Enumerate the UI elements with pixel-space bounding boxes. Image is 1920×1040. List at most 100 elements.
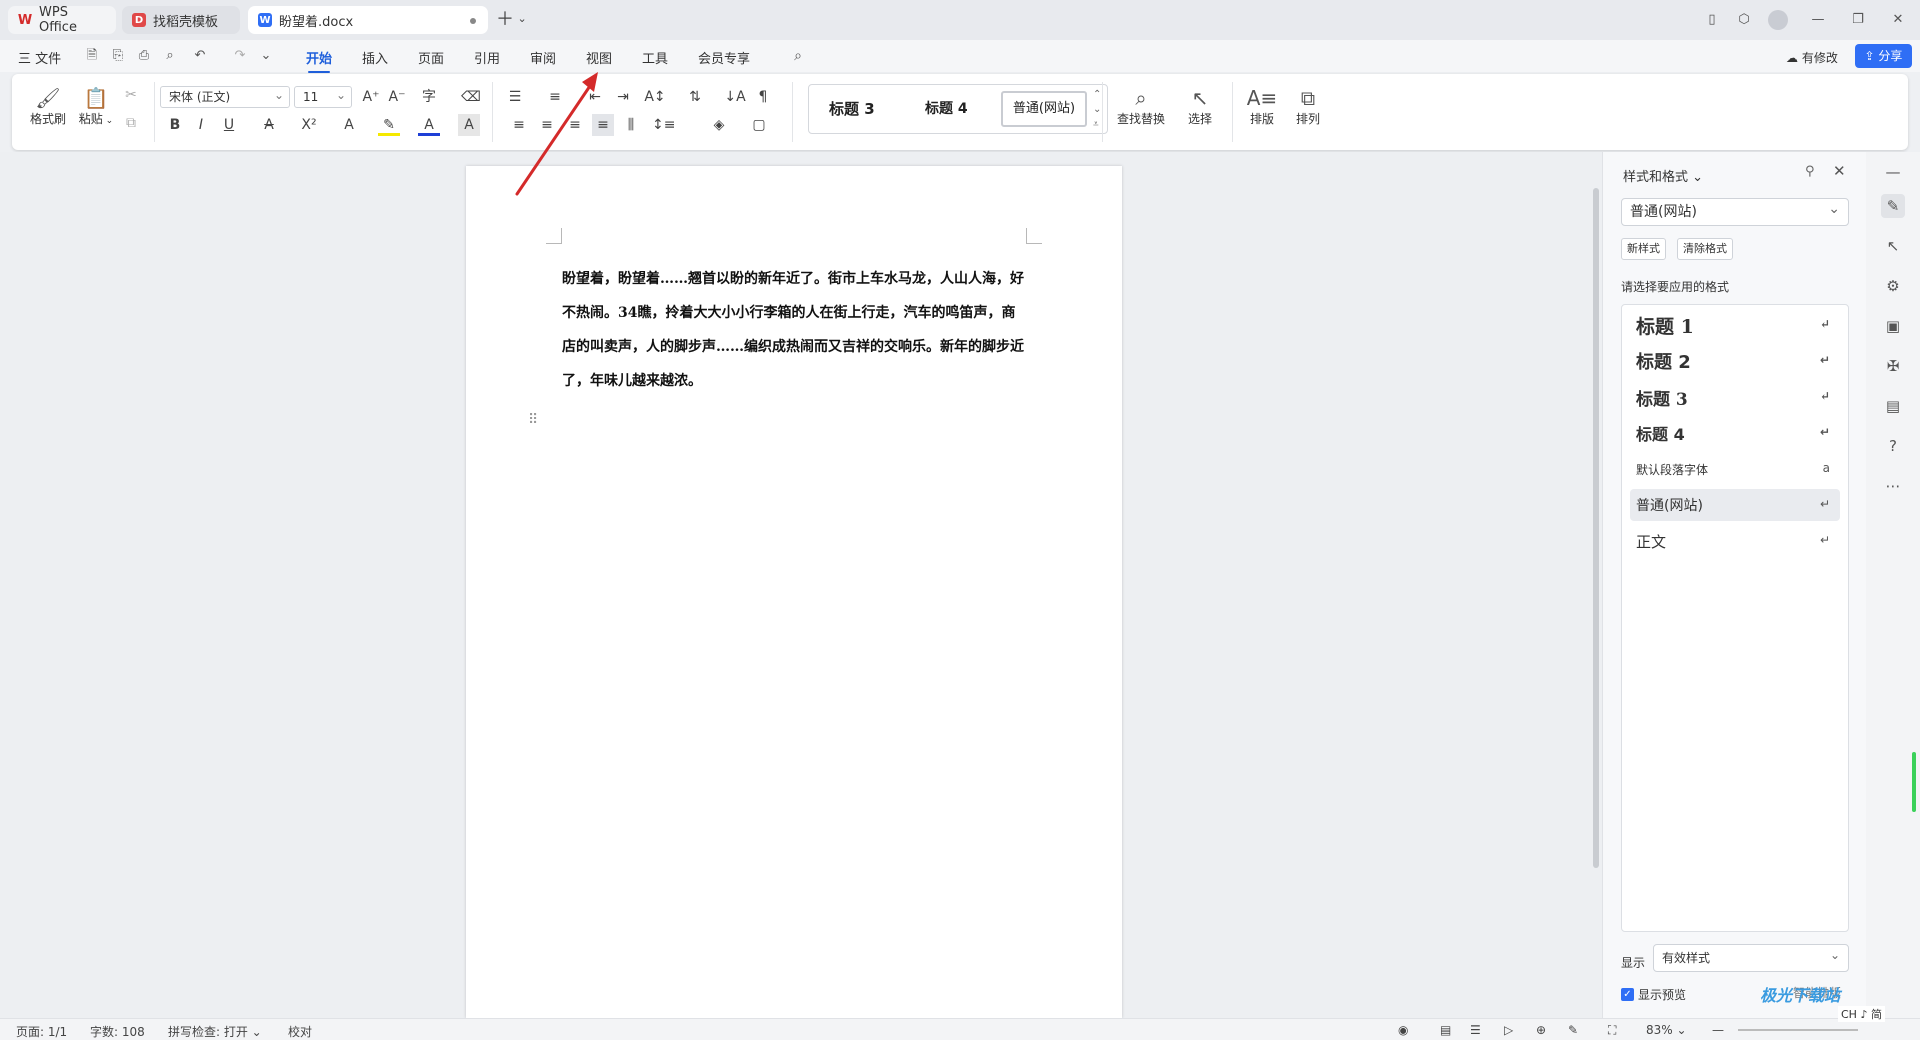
menu-home[interactable]: 开始 xyxy=(306,48,332,73)
menu-view[interactable]: 视图 xyxy=(586,48,612,67)
current-style-select[interactable]: 普通(网站) xyxy=(1621,196,1849,226)
phonetic-icon[interactable]: 字 xyxy=(418,86,440,108)
proof-button[interactable]: 校对 xyxy=(288,1023,312,1040)
grow-font-icon[interactable]: A⁺ xyxy=(360,86,382,108)
sort-az-icon[interactable]: ↓A xyxy=(724,86,746,108)
menu-references[interactable]: 引用 xyxy=(474,48,500,67)
pen-icon[interactable]: ✎ xyxy=(1568,1023,1578,1037)
find-replace-button[interactable]: ⌕ 查找替换 xyxy=(1110,86,1172,127)
select-button[interactable]: ↖ 选择 xyxy=(1180,86,1220,127)
document-paragraph[interactable]: 盼望着，盼望着……翘首以盼的新年近了。街市上车水马龙，人山人海，好不热闹。34瞧… xyxy=(562,262,1026,398)
zoom-slider[interactable] xyxy=(1738,1029,1858,1031)
modified-button[interactable]: ☁ 有修改 xyxy=(1786,49,1838,66)
highlight-icon[interactable]: ✎ xyxy=(378,114,400,136)
menu-tools[interactable]: 工具 xyxy=(642,48,668,67)
show-filter-select[interactable]: 有效样式 xyxy=(1653,942,1849,972)
increase-indent-icon[interactable]: ⇥ xyxy=(612,86,634,108)
cube-icon[interactable]: ⬡ xyxy=(1734,10,1754,30)
menu-insert[interactable]: 插入 xyxy=(362,48,388,67)
drag-handle-icon[interactable]: ⠿ xyxy=(528,413,539,427)
share-button[interactable]: ⇪ 分享 xyxy=(1855,44,1912,68)
print-icon[interactable]: ⎙ xyxy=(134,46,154,66)
print-preview-icon[interactable]: ⌕ xyxy=(160,46,180,66)
tab-wps-office[interactable]: W WPS Office xyxy=(8,5,116,35)
eraser-icon[interactable]: ⌫ xyxy=(460,86,482,108)
format-painter-button[interactable]: 🖌 格式刷 xyxy=(28,86,68,127)
new-tab-button[interactable]: ＋ ⌄ xyxy=(496,9,532,31)
style-pen-icon[interactable]: ✎ xyxy=(1881,194,1905,218)
italic-icon[interactable]: I xyxy=(190,114,212,136)
style-item-default-font[interactable]: 默认段落字体 a xyxy=(1630,453,1840,485)
export-icon[interactable]: ⎘ xyxy=(108,46,128,66)
zoom-level[interactable]: 83% ⌄ xyxy=(1646,1023,1687,1037)
tab-docer-templates[interactable]: D 找稻壳模板 xyxy=(122,6,240,34)
clear-format-button[interactable]: 清除格式 xyxy=(1677,238,1733,260)
minimize-icon[interactable]: — xyxy=(1808,10,1828,30)
page-view-icon[interactable]: ▤ xyxy=(1440,1023,1451,1037)
spellcheck-toggle[interactable]: 拼写检查: 打开 ⌄ xyxy=(168,1023,262,1040)
more-icon[interactable]: ⋯ xyxy=(1881,474,1905,498)
gallery-normal-web[interactable]: 普通(网站) xyxy=(1001,91,1087,127)
menu-review[interactable]: 审阅 xyxy=(530,48,556,67)
restore-icon[interactable]: ❐ xyxy=(1848,10,1868,30)
arrange-button[interactable]: ⧉ 排列 xyxy=(1288,86,1328,127)
gallery-heading-4[interactable]: 标题 4 xyxy=(925,98,968,118)
bold-icon[interactable]: B xyxy=(164,114,186,136)
strikethrough-icon[interactable]: A xyxy=(258,114,280,136)
close-icon[interactable]: ✕ xyxy=(1888,10,1908,30)
font-color-icon[interactable]: A xyxy=(418,114,440,136)
copy-icon[interactable]: ⧉ xyxy=(120,112,142,134)
style-item-normal-web[interactable]: 普通(网站) ↵ xyxy=(1630,489,1840,521)
tools-icon[interactable]: ✠ xyxy=(1881,354,1905,378)
text-effect-icon[interactable]: A xyxy=(338,114,360,136)
sort-icon[interactable]: ⇅ xyxy=(684,86,706,108)
document-page[interactable]: 盼望着，盼望着……翘首以盼的新年近了。街市上车水马龙，人山人海，好不热闹。34瞧… xyxy=(466,166,1122,1018)
show-preview-checkbox[interactable]: ✓ 显示预览 xyxy=(1621,986,1686,1003)
collapse-icon[interactable]: — xyxy=(1881,160,1905,184)
pin-icon[interactable]: ⚲ xyxy=(1805,164,1815,179)
gallery-scroll-icon[interactable]: ⌃ ⌄ ⩡ xyxy=(1093,87,1101,132)
underline-icon[interactable]: U xyxy=(218,114,240,136)
zoom-out-icon[interactable]: — xyxy=(1712,1023,1724,1037)
vertical-scrollbar[interactable] xyxy=(1590,152,1602,1018)
line-spacing-icon[interactable]: ↕≡ xyxy=(652,114,675,136)
tab-document[interactable]: W 盼望着.docx xyxy=(248,6,488,34)
text-direction-icon[interactable]: A↕ xyxy=(644,86,666,108)
adjust-icon[interactable]: ⚙ xyxy=(1881,274,1905,298)
style-item-heading-3[interactable]: 标题 3 ↵ xyxy=(1630,381,1840,413)
style-item-heading-2[interactable]: 标题 2 ↵ xyxy=(1630,345,1840,377)
search-icon[interactable]: ⌕ xyxy=(788,46,808,66)
fit-page-icon[interactable]: ⛶ xyxy=(1608,1023,1616,1038)
panel-title[interactable]: 样式和格式 ⌄ xyxy=(1623,166,1703,185)
distribute-icon[interactable]: ⫼ xyxy=(620,114,642,136)
font-name-select[interactable]: 宋体 (正文) xyxy=(160,85,290,108)
shrink-font-icon[interactable]: A⁻ xyxy=(386,86,408,108)
web-view-icon[interactable]: ⊕ xyxy=(1536,1023,1546,1037)
outline-view-icon[interactable]: ☰ xyxy=(1470,1023,1481,1037)
layout-button[interactable]: A≡ 排版 xyxy=(1242,86,1282,127)
page-indicator[interactable]: 页面: 1/1 xyxy=(16,1023,67,1040)
book-icon[interactable]: ▤ xyxy=(1881,394,1905,418)
cut-icon[interactable]: ✂ xyxy=(120,84,142,106)
play-icon[interactable]: ▷ xyxy=(1504,1023,1513,1037)
select-cursor-icon[interactable]: ↖ xyxy=(1881,234,1905,258)
show-marks-icon[interactable]: ¶ xyxy=(752,86,774,108)
new-style-button[interactable]: 新样式 xyxy=(1621,238,1666,260)
scrollbar-thumb[interactable] xyxy=(1593,188,1599,868)
superscript-icon[interactable]: X² xyxy=(298,114,320,136)
edit-image-icon[interactable]: ▣ xyxy=(1881,314,1905,338)
word-count[interactable]: 字数: 108 xyxy=(90,1023,145,1040)
panel-close-icon[interactable]: ✕ xyxy=(1833,162,1846,180)
menu-member[interactable]: 会员专享 xyxy=(698,48,750,67)
avatar[interactable] xyxy=(1768,10,1788,30)
save-icon[interactable]: 🗎 xyxy=(82,46,102,66)
gallery-heading-3[interactable]: 标题 3 xyxy=(829,98,875,119)
help-icon[interactable]: ? xyxy=(1881,434,1905,458)
eye-icon[interactable]: ◉ xyxy=(1398,1023,1408,1037)
redo-icon[interactable]: ↷ xyxy=(230,46,250,66)
style-item-heading-4[interactable]: 标题 4 ↵ xyxy=(1630,417,1840,449)
shading-icon[interactable]: ◈ xyxy=(708,114,730,136)
ime-indicator[interactable]: CH ♪ 简 xyxy=(1838,1006,1885,1022)
file-menu[interactable]: 三 文件 xyxy=(18,48,61,67)
unsaved-dot-icon[interactable] xyxy=(470,18,476,24)
